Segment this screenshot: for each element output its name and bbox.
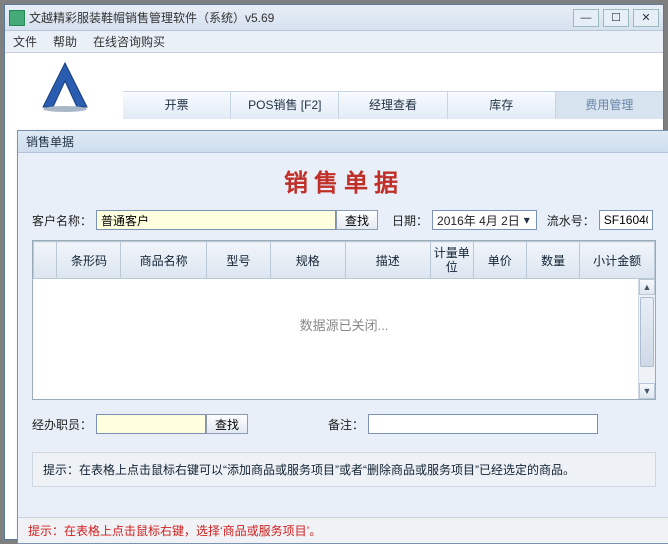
customer-row: 客户名称： 查找 日期： 2016年 4月 2日 ▾ 流水号： [18, 206, 668, 234]
col-price[interactable]: 单价 [473, 242, 526, 279]
remark-label: 备注： [328, 416, 364, 433]
date-value: 2016年 4月 2日 [437, 212, 520, 229]
tab-kaipiao[interactable]: 开票 [123, 92, 231, 119]
scroll-up-icon[interactable]: ▲ [639, 279, 655, 295]
dialog-title: 销售单据 [18, 131, 668, 153]
col-subtotal[interactable]: 小计金额 [580, 242, 655, 279]
date-picker[interactable]: 2016年 4月 2日 ▾ [432, 210, 537, 230]
items-table: 条形码 商品名称 型号 规格 描述 计量单位 单价 数量 小计金额 数据源已关闭… [32, 240, 656, 400]
remark-input[interactable] [368, 414, 598, 434]
clerk-row: 经办职员： 查找 备注： [18, 410, 668, 438]
col-product-name[interactable]: 商品名称 [121, 242, 206, 279]
menubar: 文件 帮助 在线咨询购买 [5, 31, 663, 53]
col-selector[interactable] [34, 242, 57, 279]
items-table-header: 条形码 商品名称 型号 规格 描述 计量单位 单价 数量 小计金额 [33, 241, 655, 279]
tab-expense[interactable]: 费用管理 [556, 92, 663, 119]
serial-input[interactable] [599, 210, 653, 230]
date-label: 日期： [392, 212, 428, 229]
menu-help[interactable]: 帮助 [53, 33, 77, 50]
app-icon [9, 10, 25, 26]
minimize-button[interactable]: — [573, 9, 599, 27]
customer-label: 客户名称： [32, 212, 92, 229]
hint-context-menu: 提示：在表格上点击鼠标右键可以“添加商品或服务项目”或者“删除商品或服务项目”已… [32, 452, 656, 487]
menu-buy-online[interactable]: 在线咨询购买 [93, 33, 165, 50]
datasource-closed-msg: 数据源已关闭... [33, 315, 655, 334]
col-model[interactable]: 型号 [206, 242, 270, 279]
col-unit[interactable]: 计量单位 [430, 242, 473, 279]
main-toolbar: 开票 POS销售 [F2] 经理查看 库存 费用管理 [123, 91, 663, 119]
serial-label: 流水号： [547, 212, 595, 229]
menu-file[interactable]: 文件 [13, 33, 37, 50]
clerk-label: 经办职员： [32, 416, 92, 433]
customer-input[interactable] [96, 210, 336, 230]
maximize-button[interactable]: ☐ [603, 9, 629, 27]
clerk-find-button[interactable]: 查找 [206, 414, 248, 434]
hint-status-bar: 提示：在表格上点击鼠标右键，选择‘商品或服务项目’。 [18, 517, 668, 543]
col-qty[interactable]: 数量 [526, 242, 579, 279]
scroll-thumb[interactable] [640, 297, 654, 367]
table-body[interactable]: 数据源已关闭... ▲ ▼ [33, 279, 655, 399]
customer-find-button[interactable]: 查找 [336, 210, 378, 230]
col-spec[interactable]: 规格 [270, 242, 345, 279]
tab-pos-sale[interactable]: POS销售 [F2] [231, 92, 339, 119]
sales-receipt-dialog: 销售单据 销售单据 客户名称： 查找 日期： 2016年 4月 2日 ▾ 流水号… [17, 130, 668, 544]
tab-manager-view[interactable]: 经理查看 [339, 92, 447, 119]
main-window: 文越精彩服装鞋帽销售管理软件（系统）v5.69 — ☐ ✕ 文件 帮助 在线咨询… [4, 4, 664, 540]
app-logo [35, 57, 95, 113]
clerk-input[interactable] [96, 414, 206, 434]
close-button[interactable]: ✕ [633, 9, 659, 27]
header-area: 开票 POS销售 [F2] 经理查看 库存 费用管理 [5, 53, 663, 119]
tab-inventory[interactable]: 库存 [448, 92, 556, 119]
chevron-down-icon[interactable]: ▾ [520, 213, 534, 227]
page-heading: 销售单据 [18, 153, 668, 206]
window-title: 文越精彩服装鞋帽销售管理软件（系统）v5.69 [29, 9, 569, 26]
col-barcode[interactable]: 条形码 [57, 242, 121, 279]
col-desc[interactable]: 描述 [345, 242, 430, 279]
vertical-scrollbar[interactable]: ▲ ▼ [638, 279, 655, 399]
scroll-down-icon[interactable]: ▼ [639, 383, 655, 399]
titlebar: 文越精彩服装鞋帽销售管理软件（系统）v5.69 — ☐ ✕ [5, 5, 663, 31]
